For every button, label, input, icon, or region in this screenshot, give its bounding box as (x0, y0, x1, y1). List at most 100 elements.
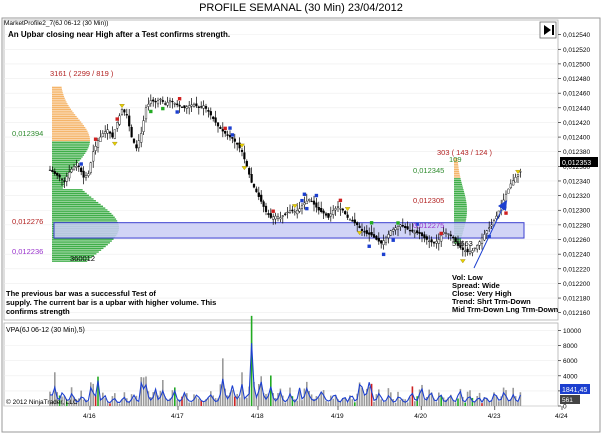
profile-left-row (52, 189, 83, 191)
candle-body (365, 230, 368, 234)
price-y-tick-label: 0,012520 (563, 47, 590, 54)
price-panel: 0,012540 0,012520 0,012500 0,012480 0,012460… (3, 19, 598, 321)
candle-body (509, 183, 512, 189)
candle-body (286, 211, 289, 214)
candle-body (94, 146, 97, 151)
candle-body (305, 200, 308, 205)
price-y-tick-label: 0,012180 (563, 296, 590, 303)
profile-left-row (52, 104, 69, 107)
candle-body (214, 117, 217, 123)
profile-right-row (454, 200, 467, 202)
candle-body (212, 116, 215, 119)
candle-body (159, 98, 162, 101)
candle-body (99, 136, 102, 142)
candle-body (154, 101, 157, 103)
candle-body (164, 103, 167, 105)
volume-bar (332, 398, 334, 406)
volume-bar (159, 390, 162, 406)
volume-bar (142, 377, 145, 406)
candle-body (336, 206, 340, 208)
candle-body (130, 126, 133, 138)
candle-body (135, 144, 138, 149)
candle-body (358, 225, 361, 229)
chart-window: PROFILE SEMANAL (30 Min) 23/04/2012 0,01… (0, 0, 602, 435)
candle-body (447, 233, 450, 235)
profile-left-row (52, 152, 86, 154)
profile-left-row (52, 136, 90, 138)
candle-body (327, 213, 330, 218)
candle-body (96, 140, 100, 148)
profile-label-val-right: 0,012305 (413, 196, 444, 205)
volume-bar (145, 376, 147, 406)
profile-left-row (52, 134, 90, 136)
volume-bar (207, 398, 210, 406)
profile-left-row (52, 88, 62, 90)
profile-left-row (52, 187, 63, 189)
candle-body (413, 231, 416, 234)
candle-body (288, 210, 292, 213)
candle-body (363, 231, 366, 233)
candle-body (168, 100, 172, 103)
profile-left-row (52, 148, 88, 151)
candle-body (372, 234, 376, 238)
candle-body (432, 242, 436, 244)
candle-body (480, 237, 484, 244)
candle-body (408, 230, 412, 232)
profile-right-row (454, 172, 460, 175)
candle-body (226, 134, 229, 136)
candle-body (233, 138, 236, 142)
candle-body (56, 172, 59, 176)
profile-left-row (52, 203, 101, 206)
x-tick-label: 4/23 (488, 413, 501, 420)
candle-body (430, 239, 433, 243)
play-pause-button[interactable] (539, 21, 557, 39)
volume-bar (406, 402, 409, 406)
profile-left-row (52, 101, 67, 103)
candle-body (387, 234, 390, 239)
profile-left-row (52, 167, 74, 169)
candle-body (303, 202, 306, 205)
profile-left-row (52, 114, 76, 116)
candle-body (106, 129, 109, 134)
volume-bar (195, 397, 198, 406)
profile-left-row (52, 110, 73, 112)
profile-right-row (454, 183, 463, 186)
volume-bar (428, 389, 430, 406)
profile-left-row (52, 121, 82, 123)
profile-right-row (454, 207, 467, 209)
profile-label-volume-right: 303 ( 143 / 124 ) (437, 148, 493, 157)
profile-right-row (454, 220, 466, 222)
candle-body (473, 247, 476, 249)
candle-body (495, 215, 498, 220)
profile-left-row (52, 238, 114, 240)
price-y-tick-label: 0,012480 (563, 76, 590, 83)
candle-body (200, 106, 203, 108)
candle-body (360, 228, 364, 231)
volume-bar (90, 382, 92, 406)
price-y-tick-label: 0,012160 (563, 310, 590, 317)
profile-right-row (454, 198, 466, 200)
price-y-tick-label: 0,012400 (563, 135, 590, 142)
volume-bar (320, 392, 322, 406)
volume-bar (399, 399, 402, 406)
profile-right-row (454, 209, 467, 211)
volume-bar (481, 403, 483, 406)
volume-bar (188, 402, 190, 406)
price-y-tick-label: 0,012300 (563, 208, 590, 215)
profile-left-row (52, 156, 83, 158)
candle-body (356, 222, 359, 226)
candle-body (166, 102, 169, 106)
profile-left-row (52, 137, 90, 140)
profile-left-row (52, 141, 90, 143)
current-price-tag: 0,012353 (560, 157, 598, 167)
candle-body (394, 227, 397, 231)
profile-right-row (454, 176, 461, 178)
candle-body (334, 208, 337, 211)
volume-bar (517, 402, 519, 406)
profile-right-row (454, 203, 467, 206)
candle-body (504, 193, 508, 202)
candle-body (341, 208, 344, 211)
price-y-tick-label: 0,012280 (563, 222, 590, 229)
profile-left-row (52, 86, 62, 89)
profile-right-row (454, 169, 459, 171)
